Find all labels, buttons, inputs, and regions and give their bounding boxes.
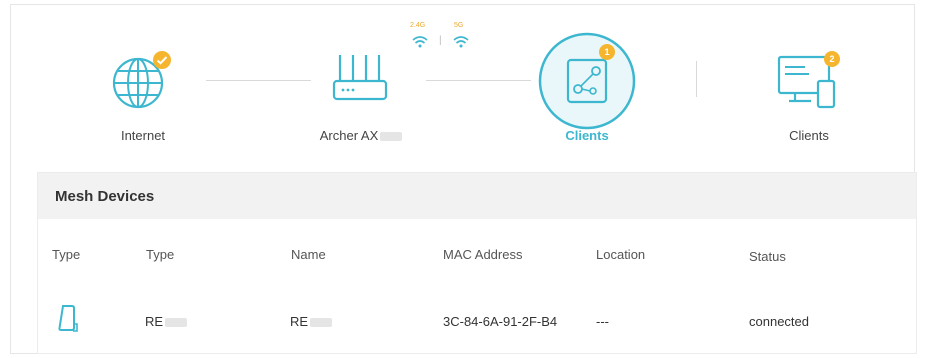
row-status: connected [749, 314, 809, 329]
row-location: --- [596, 314, 609, 329]
connector-line [206, 80, 311, 81]
column-header-type: Type [146, 247, 175, 262]
band-2g-label: 2.4G [410, 22, 426, 29]
row-type-text: RE [145, 314, 164, 329]
divider-line [696, 61, 697, 97]
column-header-mac: MAC Address [443, 247, 523, 262]
redacted-text [310, 318, 333, 328]
column-header-status: Status [749, 249, 786, 264]
active-count-text: 1 [604, 47, 610, 57]
redacted-text [380, 132, 403, 142]
active-clients-node[interactable]: 1 [537, 31, 637, 131]
internet-node[interactable] [106, 47, 176, 117]
clients-count-text: 2 [829, 54, 835, 64]
row-type: RE [145, 314, 188, 329]
network-topology: Internet Archer AX 2.4G 5G | 1 Clients 2… [11, 5, 916, 175]
clients-node[interactable]: 2 [771, 49, 843, 117]
wifi-2g-icon[interactable] [411, 35, 429, 49]
mesh-devices-title: Mesh Devices [38, 173, 916, 219]
mesh-node-icon [538, 32, 636, 130]
clients-count-badge: 2 [824, 51, 840, 67]
row-name-text: RE [290, 314, 309, 329]
router-node[interactable] [326, 49, 396, 115]
band-separator: | [439, 35, 442, 46]
column-header-type-icon: Type [52, 247, 81, 262]
extender-icon [58, 305, 78, 332]
active-clients-label: Clients [565, 128, 609, 143]
router-icon [332, 55, 388, 101]
mesh-devices-panel: Mesh Devices Type Type Name MAC Address … [37, 172, 917, 354]
band-5g-label: 5G [454, 22, 464, 29]
column-header-location: Location [596, 247, 646, 262]
column-header-name: Name [291, 247, 326, 262]
internet-label: Internet [120, 128, 166, 143]
router-model-text: Archer AX [319, 128, 379, 143]
connector-line [426, 80, 531, 81]
router-label: Archer AX [291, 128, 431, 143]
redacted-text [165, 318, 188, 328]
active-count-badge: 1 [599, 44, 615, 60]
check-badge-icon [153, 51, 171, 69]
row-name: RE [290, 314, 333, 329]
wifi-5g-icon[interactable] [452, 35, 470, 49]
clients-label: Clients [789, 128, 829, 143]
row-mac: 3C-84-6A-91-2F-B4 [443, 314, 558, 329]
